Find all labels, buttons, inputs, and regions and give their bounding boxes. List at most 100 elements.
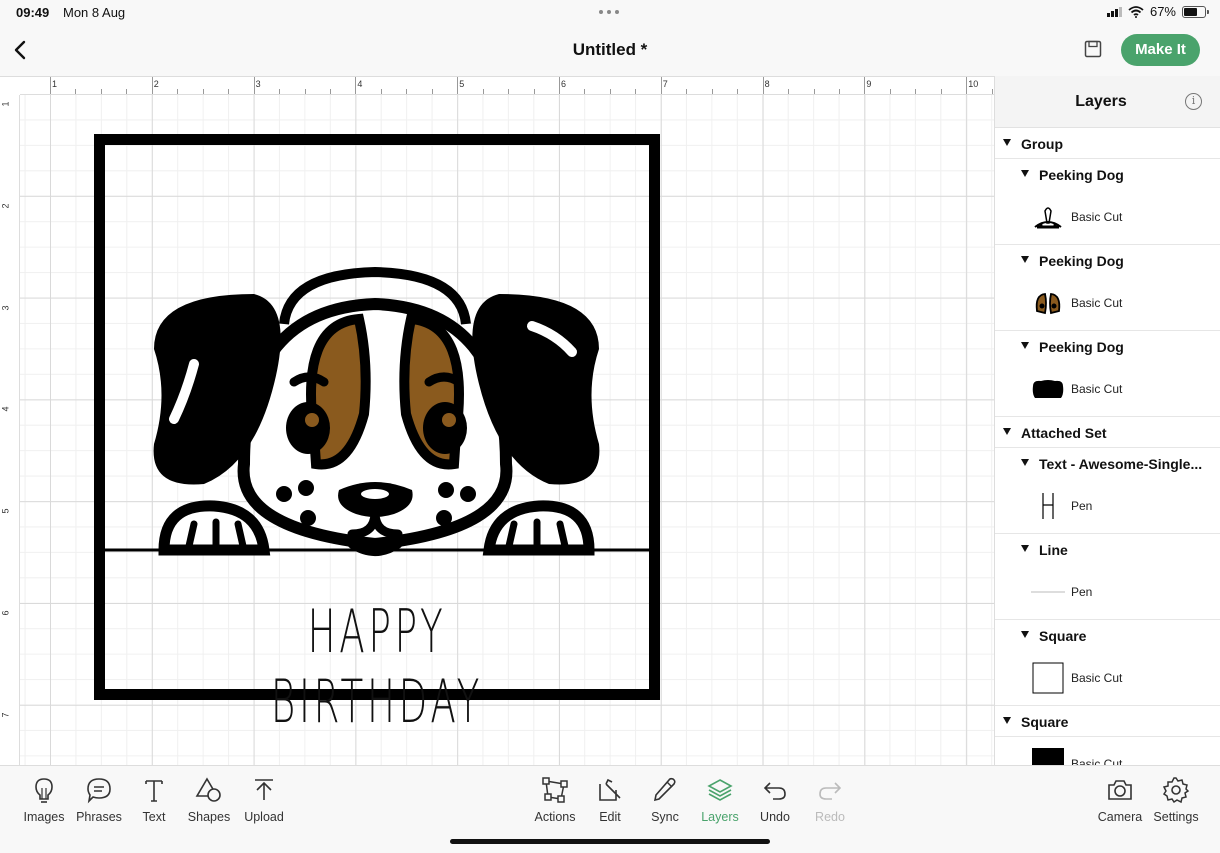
expand-triangle-icon[interactable]	[1021, 170, 1029, 177]
toolbar-label: Images	[23, 810, 65, 824]
expand-triangle-icon[interactable]	[1021, 459, 1029, 466]
layer-subgroup-row[interactable]: Square	[995, 620, 1220, 651]
toolbar-layers-button[interactable]: Layers	[690, 776, 750, 824]
project-title[interactable]: Untitled *	[0, 40, 1220, 60]
layer-thumbnail	[1031, 372, 1065, 406]
battery-icon	[1182, 5, 1209, 18]
status-right: 67%	[1106, 4, 1209, 19]
ruler-tick	[482, 89, 484, 94]
layer-item[interactable]: Basic Cut	[995, 276, 1220, 331]
toolbar-text-button[interactable]: Text	[124, 776, 184, 824]
save-icon	[1084, 40, 1102, 58]
ruler-tick-label: 2	[153, 79, 159, 89]
toolbar-settings-button[interactable]: Settings	[1146, 776, 1206, 824]
toolbar-actions-button[interactable]: Actions	[525, 776, 585, 824]
layer-label: Group	[1021, 136, 1063, 152]
ruler-tick-label: 5	[0, 508, 11, 514]
ruler-tick	[966, 77, 968, 94]
layer-label: Attached Set	[1021, 425, 1107, 441]
layer-operation: Basic Cut	[1071, 757, 1123, 765]
layers-header: Layers i	[995, 76, 1220, 128]
layer-operation: Basic Cut	[1071, 671, 1123, 685]
ruler-tick-label: 3	[255, 79, 261, 89]
layer-item[interactable]: Pen	[995, 479, 1220, 534]
toolbar-label: Layers	[701, 810, 739, 824]
peeking-dog[interactable]	[153, 266, 600, 556]
ruler-tick	[711, 89, 713, 94]
ruler-tick-label: 3	[0, 305, 11, 311]
layer-thumbnail	[1031, 200, 1065, 234]
expand-triangle-icon[interactable]	[1003, 717, 1011, 724]
layer-subgroup-row[interactable]: Text - Awesome-Single...	[995, 448, 1220, 479]
ruler-tick	[584, 89, 586, 94]
toolbar-label: Text	[142, 810, 166, 824]
ruler-tick	[940, 89, 942, 94]
layer-item[interactable]: Basic Cut	[995, 190, 1220, 245]
layer-group-row[interactable]: Square	[995, 706, 1220, 737]
layer-subgroup-row[interactable]: Line	[995, 534, 1220, 565]
layer-item[interactable]: Basic Cut	[995, 362, 1220, 417]
layer-item[interactable]: Pen	[995, 565, 1220, 620]
ruler-tick	[50, 77, 51, 94]
layer-subgroup-row[interactable]: Peeking Dog	[995, 331, 1220, 362]
ruler-tick-label: 6	[561, 79, 567, 89]
ruler-tick	[788, 89, 790, 94]
save-button[interactable]	[1082, 38, 1104, 60]
ruler-tick	[355, 77, 357, 94]
ruler-tick	[177, 89, 179, 94]
ruler-tick	[635, 89, 637, 94]
make-it-button[interactable]: Make It	[1121, 34, 1200, 66]
toolbar-redo-button: Redo	[800, 776, 860, 824]
undo-icon	[745, 776, 805, 804]
ruler-tick-label: 5	[459, 79, 465, 89]
ruler-tick	[431, 89, 433, 94]
toolbar-sync-button[interactable]: Sync	[635, 776, 695, 824]
ruler-tick	[660, 77, 662, 94]
expand-triangle-icon[interactable]	[1003, 139, 1011, 146]
layer-subgroup-row[interactable]: Peeking Dog	[995, 159, 1220, 190]
expand-triangle-icon[interactable]	[1003, 428, 1011, 435]
layer-operation: Basic Cut	[1071, 296, 1123, 310]
upload-icon	[234, 776, 294, 804]
home-indicator[interactable]	[450, 839, 770, 844]
ruler-tick-label: 2	[0, 203, 11, 209]
expand-triangle-icon[interactable]	[1021, 545, 1029, 552]
ruler-tick	[864, 77, 866, 94]
toolbar-undo-button[interactable]: Undo	[745, 776, 805, 824]
ruler-tick	[202, 89, 204, 94]
layers-title: Layers	[1075, 93, 1127, 110]
ruler-tick-label: 8	[764, 79, 770, 89]
ruler-tick	[838, 89, 840, 94]
expand-triangle-icon[interactable]	[1021, 342, 1029, 349]
redo-icon	[800, 776, 860, 804]
toolbar-camera-button[interactable]: Camera	[1090, 776, 1150, 824]
toolbar-label: Shapes	[187, 810, 231, 824]
ruler-tick	[75, 89, 77, 94]
layer-item[interactable]: Basic Cut	[995, 651, 1220, 706]
toolbar-upload-button[interactable]: Upload	[234, 776, 294, 824]
expand-triangle-icon[interactable]	[1021, 631, 1029, 638]
toolbar-label: Redo	[815, 810, 845, 824]
layers-icon	[690, 776, 750, 804]
multitasking-dots-icon[interactable]	[599, 10, 621, 14]
toolbar-phrases-button[interactable]: Phrases	[69, 776, 129, 824]
toolbar-shapes-button[interactable]: Shapes	[179, 776, 239, 824]
ruler-tick	[686, 89, 688, 94]
expand-triangle-icon[interactable]	[1021, 256, 1029, 263]
toolbar-label: Sync	[651, 810, 679, 824]
layer-group-row[interactable]: Group	[995, 128, 1220, 159]
layer-thumbnail	[1031, 747, 1065, 765]
layer-subgroup-row[interactable]: Peeking Dog	[995, 245, 1220, 276]
toolbar-images-button[interactable]: Images	[14, 776, 74, 824]
ruler-tick	[279, 89, 281, 94]
info-icon[interactable]: i	[1185, 93, 1202, 110]
card-text-happy-birthday[interactable]: HAPPY BIRTHDAY	[208, 597, 547, 737]
layer-thumbnail	[1031, 489, 1065, 523]
ruler-tick	[508, 89, 510, 94]
layer-group-row[interactable]: Attached Set	[995, 417, 1220, 448]
ruler-tick-label: 10	[968, 79, 979, 89]
ruler-tick	[151, 77, 153, 94]
toolbar-edit-button[interactable]: Edit	[580, 776, 640, 824]
layer-item[interactable]: Basic Cut	[995, 737, 1220, 765]
design-canvas[interactable]: 1 2 3 4 5 6 7 8 9 10 1234567 HAPPY BIRTH…	[0, 76, 994, 765]
